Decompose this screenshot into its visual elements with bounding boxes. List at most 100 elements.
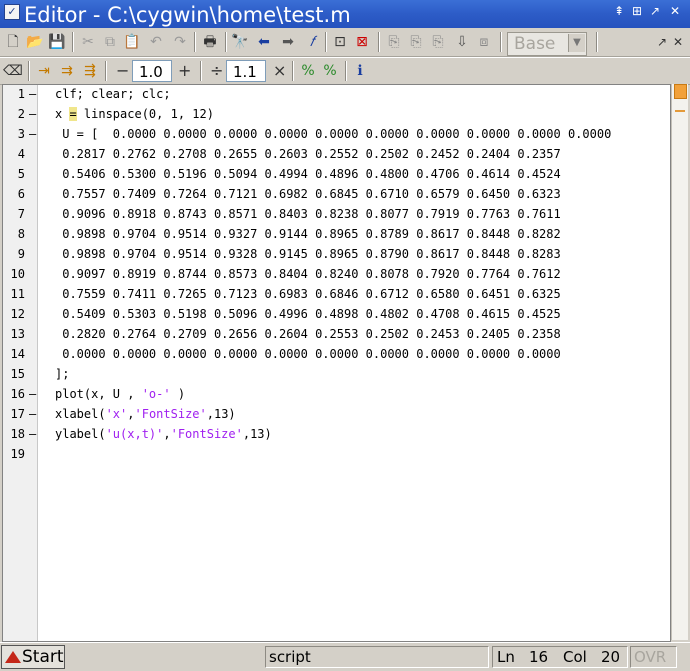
line-number: 13 (10, 327, 25, 341)
chevron-down-icon[interactable]: ▼ (568, 34, 585, 52)
divide-button[interactable]: ÷ (210, 61, 223, 81)
separator (345, 61, 347, 81)
code-line: plot(x, U , 'o-' ) (55, 387, 185, 401)
file-mode-text: script (269, 648, 311, 666)
maximize-icon[interactable]: ⊞ (628, 2, 646, 20)
breakpoint-dash[interactable]: – (29, 387, 36, 401)
multiply-button[interactable]: × (273, 61, 286, 81)
overwrite-pane: OVR (630, 646, 677, 668)
print-icon[interactable]: 🖶 (200, 32, 220, 52)
code-line: 0.9096 0.8918 0.8743 0.8571 0.8403 0.823… (55, 207, 561, 221)
string-literal: 'x' (105, 407, 128, 421)
cell-toolbar: ⌫ ⇥ ⇉ ⇶ − 1.0 + ÷ 1.1 × % % ℹ (0, 57, 690, 85)
open-file-icon[interactable]: 📂 (25, 32, 45, 52)
start-button[interactable]: Start (1, 645, 65, 669)
close-icon[interactable]: ✕ (666, 2, 684, 20)
continue-icon[interactable]: ⇩ (452, 32, 472, 52)
code-token: , (163, 427, 171, 441)
save-icon[interactable]: 💾 (47, 32, 67, 52)
increment-button[interactable]: + (178, 61, 191, 81)
matlab-logo-icon (5, 651, 21, 663)
scale-value-field[interactable]: 1.1 (226, 60, 266, 82)
analyzer-scrollbar[interactable] (671, 84, 688, 640)
breakpoint-dash[interactable]: – (29, 427, 36, 441)
code-line: 0.7557 0.7409 0.7264 0.7121 0.6982 0.684… (55, 187, 561, 201)
code-token: xlabel( (55, 407, 106, 421)
evaluate-file-icon[interactable]: ⇶ (80, 61, 100, 81)
line-number: 10 (10, 267, 25, 281)
ovr-indicator: OVR (634, 648, 667, 666)
info-icon[interactable]: ℹ (350, 61, 370, 81)
code-token: ) (170, 387, 186, 401)
breakpoint-dash[interactable]: – (29, 127, 36, 141)
code-line: 0.0000 0.0000 0.0000 0.0000 0.0000 0.000… (55, 347, 561, 361)
redo-icon[interactable]: ↷ (170, 32, 190, 52)
code-editor[interactable]: 1 – clf; clear; clc; 2 – x = linspace(0,… (2, 84, 671, 642)
highlighted-token: = (69, 107, 77, 121)
line-number: 6 (17, 187, 25, 201)
eraser-icon[interactable]: ⌫ (3, 61, 23, 81)
separator (378, 32, 380, 52)
line-number: 9 (17, 247, 25, 261)
warning-indicator-icon[interactable] (674, 84, 687, 99)
line-number: 11 (10, 287, 25, 301)
code-token: ,13) (206, 407, 236, 421)
forward-arrow-icon[interactable]: ➡ (278, 32, 298, 52)
code-token: ylabel( (55, 427, 106, 441)
stack-combo-value: Base (514, 34, 556, 54)
line-number: 12 (10, 307, 25, 321)
undo-icon[interactable]: ↶ (146, 32, 166, 52)
line-number: 8 (17, 227, 25, 241)
line-number: 19 (10, 447, 25, 461)
title-bar: ✓ Editor - C:\cygwin\home\test.m ⇞ ⊞ ↗ ✕ (0, 0, 690, 28)
code-line: 0.9898 0.9704 0.9514 0.9327 0.9144 0.896… (55, 227, 561, 241)
line-number: 17 (10, 407, 25, 421)
line-number: 7 (17, 207, 25, 221)
breakpoint-dash[interactable]: – (29, 107, 36, 121)
step-out-icon[interactable]: ⎘ (428, 32, 448, 52)
code-line: 0.9898 0.9704 0.9514 0.9328 0.9145 0.896… (55, 247, 561, 261)
copy-icon[interactable]: ⧉ (100, 32, 120, 52)
separator (596, 32, 598, 52)
evaluate-cell-icon[interactable]: ⇥ (34, 61, 54, 81)
insert-cell-divider-icon[interactable]: % (298, 61, 318, 81)
restore-icon[interactable]: ↗ (646, 2, 664, 20)
code-line: xlabel('x','FontSize',13) (55, 407, 236, 421)
code-line: x = linspace(0, 1, 12) (55, 107, 214, 121)
evaluate-advance-icon[interactable]: ⇉ (57, 61, 77, 81)
code-line: U = [ 0.0000 0.0000 0.0000 0.0000 0.0000… (55, 127, 612, 141)
code-line: 0.2820 0.2764 0.2709 0.2656 0.2604 0.255… (55, 327, 561, 341)
cut-icon[interactable]: ✂ (78, 32, 98, 52)
stack-combo[interactable]: Base ▼ (507, 32, 587, 56)
step-in-icon[interactable]: ⎘ (406, 32, 426, 52)
remove-cell-divider-icon[interactable]: % (320, 61, 340, 81)
increment-value-field[interactable]: 1.0 (132, 60, 172, 82)
status-bar: Start script Ln 16 Col 20 OVR (0, 642, 690, 671)
new-file-icon[interactable]: 🗋 (3, 32, 23, 52)
decrement-button[interactable]: − (116, 61, 129, 81)
paste-icon[interactable]: 📋 (122, 32, 142, 52)
code-line: 0.7559 0.7411 0.7265 0.7123 0.6983 0.684… (55, 287, 561, 301)
code-line: clf; clear; clc; (55, 87, 171, 101)
editor-app-icon[interactable]: ✓ (4, 4, 20, 20)
undock-icon[interactable]: ⇞ (610, 2, 628, 20)
code-line: 0.2817 0.2762 0.2708 0.2655 0.2603 0.255… (55, 147, 561, 161)
warning-marker[interactable] (675, 110, 685, 112)
string-literal: 'FontSize' (134, 407, 207, 421)
clear-breakpoints-icon[interactable]: ⊠ (352, 32, 372, 52)
step-icon[interactable]: ⎘ (384, 32, 404, 52)
mode-pane: script (265, 646, 489, 668)
code-line: 0.5406 0.5300 0.5196 0.5094 0.4994 0.489… (55, 167, 561, 181)
line-number: 4 (17, 147, 25, 161)
string-literal: 'o-' (141, 387, 171, 401)
code-line: ]; (55, 367, 70, 381)
breakpoint-dash[interactable]: – (29, 87, 36, 101)
window-title: Editor - C:\cygwin\home\test.m (24, 3, 351, 27)
function-icon[interactable]: 𝑓 (302, 32, 322, 52)
close-document-icon[interactable]: ✕ (668, 32, 688, 52)
set-breakpoint-icon[interactable]: ⊡ (330, 32, 350, 52)
breakpoint-dash[interactable]: – (29, 407, 36, 421)
find-icon[interactable]: 🔭 (230, 32, 250, 52)
back-arrow-icon[interactable]: ⬅ (254, 32, 274, 52)
exit-debug-icon[interactable]: ⧈ (474, 32, 494, 52)
